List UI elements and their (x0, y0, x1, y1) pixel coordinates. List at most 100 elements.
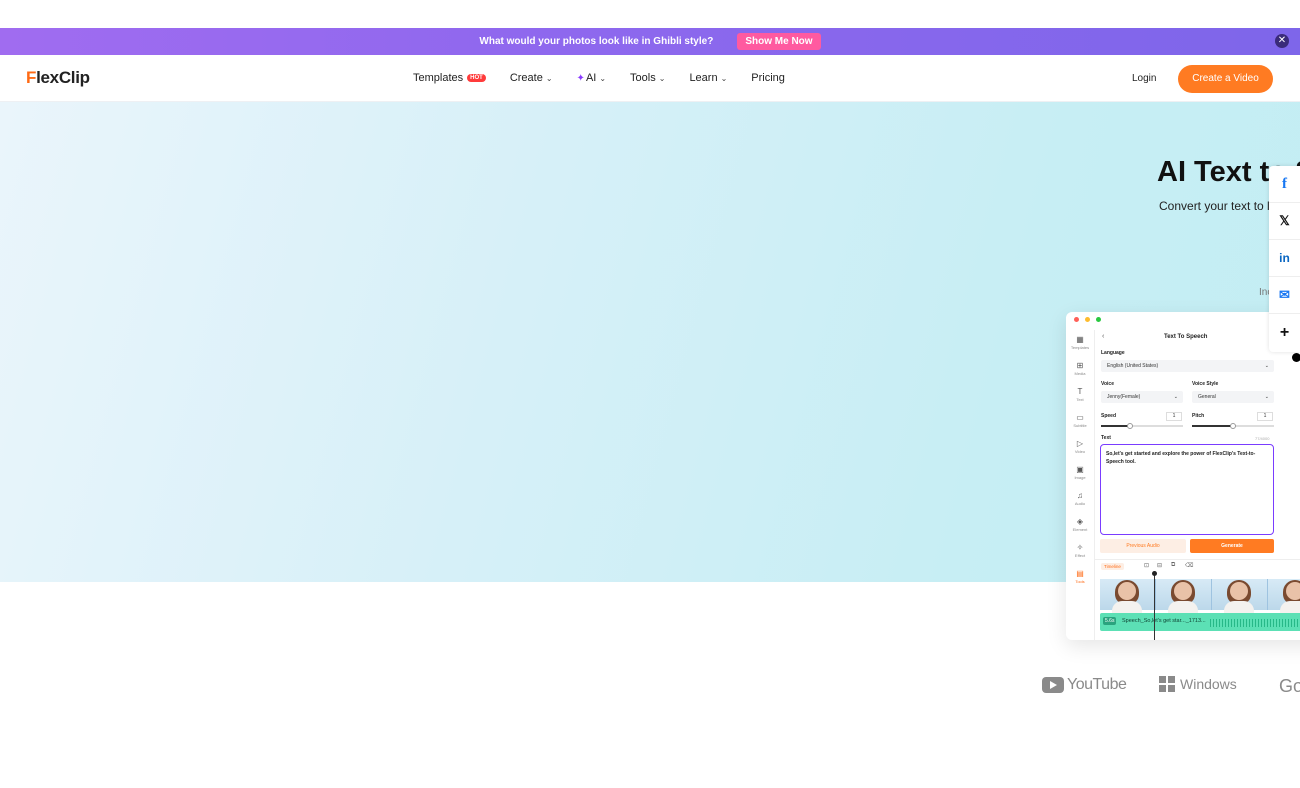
facebook-icon[interactable]: f (1269, 166, 1300, 203)
windows-icon (1159, 676, 1175, 692)
generate-button: Generate (1190, 539, 1274, 553)
tools-icon: ▤ (1076, 569, 1084, 578)
undo-icon: ⊡ (1144, 563, 1150, 569)
nav-tools[interactable]: Tools ⌄ (630, 72, 665, 84)
delete-icon: ⌫ (1185, 563, 1194, 569)
audio-name: Speech_So,let's get star..._1713... (1122, 618, 1206, 624)
nav-learn-label: Learn (689, 72, 718, 84)
nav-create[interactable]: Create ⌄ (510, 72, 553, 84)
audio-track: 5.6s Speech_So,let's get star..._1713... (1100, 613, 1300, 631)
split-icon: ⊟ (1157, 563, 1163, 569)
video-thumbnail (1156, 579, 1212, 613)
window-dots (1074, 317, 1107, 322)
sidebar-item-templates: ▦ Templates (1070, 335, 1090, 351)
video-thumbnail (1268, 579, 1300, 613)
tts-textarea: So,let's get started and explore the pow… (1100, 444, 1274, 535)
voice-select: Jenny(Female) ⌄ (1101, 391, 1183, 403)
hero-subtitle: Convert your text to lis (1159, 199, 1279, 213)
chevron-down-icon: ⌄ (720, 73, 728, 83)
voice-label: Voice (1101, 381, 1114, 387)
waveform-icon (1210, 619, 1300, 627)
voice-style-label: Voice Style (1192, 381, 1219, 387)
chevron-down-icon: ⌄ (1264, 363, 1269, 369)
nav-tools-label: Tools (630, 72, 656, 84)
playhead-handle-icon (1152, 571, 1157, 576)
copy-icon: ⧉ (1171, 562, 1176, 568)
nav-ai[interactable]: ✦ AI ⌄ (577, 72, 607, 84)
mail-icon[interactable]: ✉ (1269, 277, 1300, 314)
youtube-icon (1042, 677, 1064, 693)
promo-text: What would your photos look like in Ghib… (479, 36, 714, 47)
text-icon: T (1077, 387, 1083, 396)
audio-duration: 5.6s (1103, 617, 1117, 625)
minimize-dot-icon (1085, 317, 1090, 322)
subtitle-icon: ▭ (1076, 413, 1084, 422)
app-sidebar: ▦ Templates ⊞ Media T Text ▭ Subtitle ▷ Video… (1066, 330, 1095, 640)
previous-audio-button: Previous Audio (1100, 539, 1186, 553)
show-me-now-button[interactable]: Show Me Now (737, 33, 821, 50)
sidebar-item-image: ▣ Image (1074, 465, 1086, 481)
timeline-tab: Timeline (1101, 563, 1124, 570)
linkedin-icon[interactable]: in (1269, 240, 1300, 277)
video-icon: ▷ (1076, 439, 1084, 448)
element-icon: ◈ (1076, 517, 1084, 526)
create-video-button[interactable]: Create a Video (1178, 65, 1273, 93)
windows-logo: Windows (1159, 676, 1237, 692)
char-count: 77/4000 (1255, 436, 1270, 441)
language-select: English (United States) ⌄ (1101, 360, 1274, 372)
sidebar-item-video: ▷ Video (1074, 439, 1086, 455)
close-dot-icon (1074, 317, 1079, 322)
chevron-down-icon: ⌄ (599, 73, 607, 83)
chevron-down-icon: ⌄ (658, 73, 666, 83)
video-track (1100, 579, 1300, 613)
hot-badge: HOT (467, 74, 486, 82)
nav-learn[interactable]: Learn ⌄ (689, 72, 727, 84)
audio-icon: ♫ (1077, 491, 1083, 500)
top-blank-area (0, 0, 1300, 28)
sidebar-item-media: ⊞ Media (1074, 361, 1086, 377)
video-thumbnail (1212, 579, 1268, 613)
image-icon: ▣ (1076, 465, 1084, 474)
promo-banner: What would your photos look like in Ghib… (0, 28, 1300, 55)
pitch-label: Pitch (1192, 413, 1205, 419)
navbar: FlexClip Templates HOT Create ⌄ ✦ AI ⌄ T… (0, 55, 1300, 102)
sidebar-item-subtitle: ▭ Subtitle (1073, 413, 1087, 429)
speed-label: Speed (1101, 413, 1117, 419)
sparkle-icon: ✦ (576, 72, 585, 84)
sidebar-item-effect: ✧ Effect (1074, 543, 1086, 559)
chevron-down-icon: ⌄ (1173, 394, 1178, 400)
nav-templates-label: Templates (413, 72, 464, 84)
nav-pricing[interactable]: Pricing (751, 72, 785, 84)
media-icon: ⊞ (1076, 361, 1084, 370)
nav-pricing-label: Pricing (751, 72, 785, 84)
panel-title: Text To Speech (1164, 334, 1208, 340)
nav-create-label: Create (509, 72, 543, 84)
sidebar-item-element: ◈ Element (1072, 517, 1088, 533)
effect-icon: ✧ (1076, 543, 1084, 552)
pitch-value: 1 (1257, 412, 1273, 421)
voice-style-select: General ⌄ (1192, 391, 1274, 403)
chevron-down-icon: ⌄ (1264, 394, 1269, 400)
share-bar: f 𝕏 in ✉ + (1269, 166, 1300, 352)
login-link[interactable]: Login (1132, 73, 1156, 84)
playhead (1154, 573, 1155, 640)
sidebar-item-audio: ♫ Audio (1074, 491, 1086, 507)
sidebar-item-text: T Text (1076, 387, 1084, 403)
slider-knob-icon (1127, 423, 1133, 429)
text-label: Text (1101, 435, 1111, 441)
back-icon: ‹ (1102, 333, 1105, 340)
speed-slider (1101, 423, 1183, 429)
nav-templates[interactable]: Templates HOT (413, 72, 486, 84)
slider-knob-icon (1230, 423, 1236, 429)
close-icon[interactable]: ✕ (1275, 34, 1289, 48)
youtube-logo: YouTube (1042, 676, 1127, 694)
templates-icon: ▦ (1076, 335, 1084, 344)
x-icon[interactable]: 𝕏 (1269, 203, 1300, 240)
timeline-toolbar: Timeline ⊡ ⊟ ⧉ ⌫ (1095, 559, 1300, 573)
app-preview: ▦ Templates ⊞ Media T Text ▭ Subtitle ▷ Video… (1066, 312, 1300, 640)
sidebar-item-tools: ▤ Tools (1075, 569, 1085, 585)
plus-icon[interactable]: + (1269, 314, 1300, 351)
video-thumbnail (1100, 579, 1156, 613)
flexclip-logo[interactable]: FlexClip (26, 68, 90, 88)
language-label: Language (1101, 350, 1125, 356)
